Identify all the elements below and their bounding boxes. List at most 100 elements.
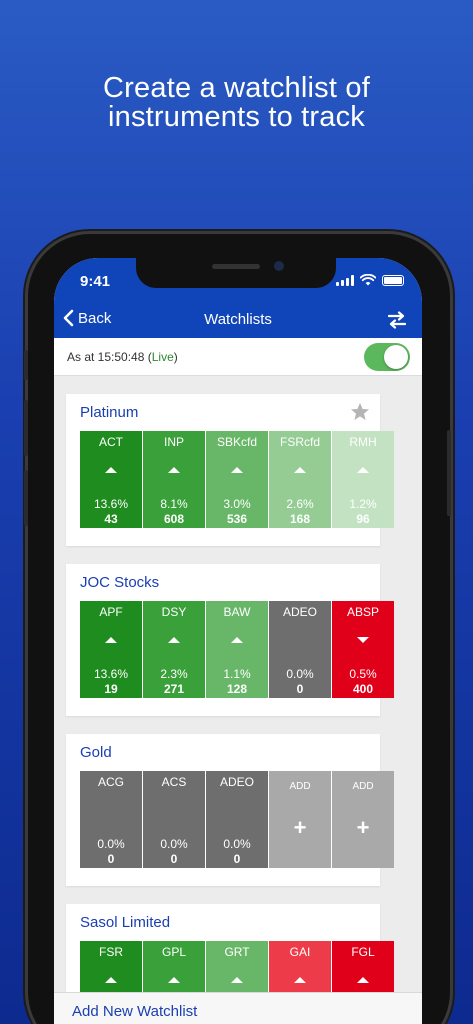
status-time: 9:41: [80, 273, 111, 290]
price-value: 19: [104, 682, 118, 696]
instrument-symbol: FSRcfd: [279, 435, 320, 449]
tile-row: FSR GPL GRT GAI FGL: [80, 941, 394, 996]
phone-screen: 9:41 Back Watchlists As at 15:50:48 (Liv…: [54, 258, 422, 1024]
percent-change: 0.0%: [223, 837, 251, 851]
signal-icon: [336, 274, 354, 286]
price-value: 128: [226, 682, 248, 696]
watchlist-title[interactable]: Gold: [80, 744, 112, 761]
instrument-tile[interactable]: DSY 2.3% 271: [143, 601, 205, 698]
watchlist-card: Gold ACG 0.0% 0 ACS 0.0% 0 ADEO 0.0% 0 ADD + ADD +: [66, 734, 394, 886]
price-value: 536: [226, 512, 248, 526]
camera: [274, 261, 284, 271]
arrow-up-icon: [105, 977, 117, 983]
phone-volume-up: [24, 400, 28, 456]
price-value: 400: [352, 682, 374, 696]
percent-change: 1.1%: [223, 667, 251, 681]
instrument-tile[interactable]: RMH 1.2% 96: [332, 431, 394, 528]
instrument-tile[interactable]: APF 13.6% 19: [80, 601, 142, 698]
arrow-up-icon: [168, 977, 180, 983]
as-at-text: As at 15:50:48 (Live): [67, 350, 178, 364]
instrument-tile[interactable]: ACT 13.6% 43: [80, 431, 142, 528]
watchlist-title[interactable]: Platinum: [80, 404, 138, 421]
instrument-tile[interactable]: FGL: [332, 941, 394, 996]
arrow-up-icon: [357, 977, 369, 983]
headline-line-1: Create a watchlist of: [103, 72, 370, 104]
live-label: Live: [151, 350, 174, 364]
swap-arrows-icon[interactable]: [388, 311, 406, 329]
bottom-bar: Add New Watchlist: [54, 992, 422, 1024]
instrument-symbol: GAI: [289, 945, 311, 959]
arrow-up-icon: [231, 467, 243, 473]
wifi-icon: [360, 274, 376, 286]
headline: Create a watchlist of instruments to tra…: [0, 74, 473, 132]
percent-change: 2.3%: [160, 667, 188, 681]
toggle-knob: [384, 345, 408, 369]
instrument-tile[interactable]: FSR: [80, 941, 142, 996]
watchlist-content[interactable]: Platinum ACT 13.6% 43 INP 8.1% 608 SBKcfd 3.0% 5…: [54, 376, 422, 996]
instrument-tile[interactable]: FSRcfd 2.6% 168: [269, 431, 331, 528]
arrow-up-icon: [231, 977, 243, 983]
plus-icon: +: [293, 815, 307, 840]
instrument-symbol: APF: [99, 605, 123, 619]
instrument-symbol: GPL: [161, 945, 186, 959]
instrument-tile[interactable]: GPL: [143, 941, 205, 996]
arrow-up-icon: [231, 637, 243, 643]
price-value: 608: [163, 512, 185, 526]
instrument-symbol: ACG: [97, 775, 124, 789]
instrument-tile[interactable]: ADEO 0.0% 0: [269, 601, 331, 698]
status-icons: [336, 274, 404, 286]
add-new-watchlist-button[interactable]: Add New Watchlist: [72, 1003, 197, 1020]
star-icon[interactable]: [350, 402, 370, 422]
tile-row: ACG 0.0% 0 ACS 0.0% 0 ADEO 0.0% 0 ADD + ADD +: [80, 771, 394, 868]
instrument-tile[interactable]: BAW 1.1% 128: [206, 601, 268, 698]
phone-volume-down: [24, 470, 28, 526]
as-at-suffix: ): [173, 350, 178, 364]
watchlist-card: Platinum ACT 13.6% 43 INP 8.1% 608 SBKcfd 3.0% 5…: [66, 394, 394, 546]
instrument-tile[interactable]: GAI: [269, 941, 331, 996]
watchlist-card: Sasol Limited FSR GPL GRT GAI FGL: [66, 904, 394, 996]
percent-change: 8.1%: [160, 497, 188, 511]
instrument-tile[interactable]: SBKcfd 3.0% 536: [206, 431, 268, 528]
instrument-symbol: FGL: [351, 945, 375, 959]
instrument-symbol: DSY: [161, 605, 187, 619]
add-instrument-tile[interactable]: ADD +: [269, 771, 331, 868]
arrow-up-icon: [168, 467, 180, 473]
arrow-up-icon: [168, 637, 180, 643]
instrument-symbol: ADEO: [219, 775, 254, 789]
page-title: Watchlists: [204, 311, 272, 328]
tile-row: ACT 13.6% 43 INP 8.1% 608 SBKcfd 3.0% 536 FSRcfd 2…: [80, 431, 394, 528]
price-value: 168: [289, 512, 311, 526]
instrument-tile[interactable]: ACG 0.0% 0: [80, 771, 142, 868]
watchlist-title[interactable]: Sasol Limited: [80, 914, 170, 931]
instrument-symbol: ACT: [99, 435, 123, 449]
instrument-tile[interactable]: ADEO 0.0% 0: [206, 771, 268, 868]
instrument-symbol: ADEO: [282, 605, 317, 619]
instrument-tile[interactable]: ABSP 0.5% 400: [332, 601, 394, 698]
live-toggle[interactable]: [364, 343, 410, 371]
tile-row: APF 13.6% 19 DSY 2.3% 271 BAW 1.1% 128 ADEO 0.0% 0 A…: [80, 601, 394, 698]
instrument-symbol: GRT: [224, 945, 250, 959]
battery-icon: [382, 274, 404, 286]
instrument-tile[interactable]: GRT: [206, 941, 268, 996]
headline-line-2: instruments to track: [107, 101, 366, 133]
arrow-up-icon: [357, 467, 369, 473]
percent-change: 13.6%: [93, 667, 129, 681]
instrument-symbol: FSR: [99, 945, 123, 959]
as-at-bar: As at 15:50:48 (Live): [54, 338, 422, 376]
instrument-symbol: INP: [163, 435, 184, 449]
add-instrument-tile[interactable]: ADD +: [332, 771, 394, 868]
plus-icon: +: [356, 815, 370, 840]
watchlist-card: JOC Stocks APF 13.6% 19 DSY 2.3% 271 BAW 1.1% 12…: [66, 564, 394, 716]
instrument-tile[interactable]: ACS 0.0% 0: [143, 771, 205, 868]
percent-change: 1.2%: [349, 497, 377, 511]
percent-change: 0.5%: [349, 667, 377, 681]
add-label: ADD: [289, 781, 311, 792]
instrument-symbol: SBKcfd: [216, 435, 258, 449]
percent-change: 0.0%: [286, 667, 314, 681]
percent-change: 0.0%: [97, 837, 125, 851]
as-at-prefix: As at 15:50:48 (: [67, 350, 152, 364]
nav-bar: Back Watchlists: [54, 304, 422, 338]
instrument-tile[interactable]: INP 8.1% 608: [143, 431, 205, 528]
watchlist-title[interactable]: JOC Stocks: [80, 574, 159, 591]
price-value: 0: [107, 852, 115, 866]
